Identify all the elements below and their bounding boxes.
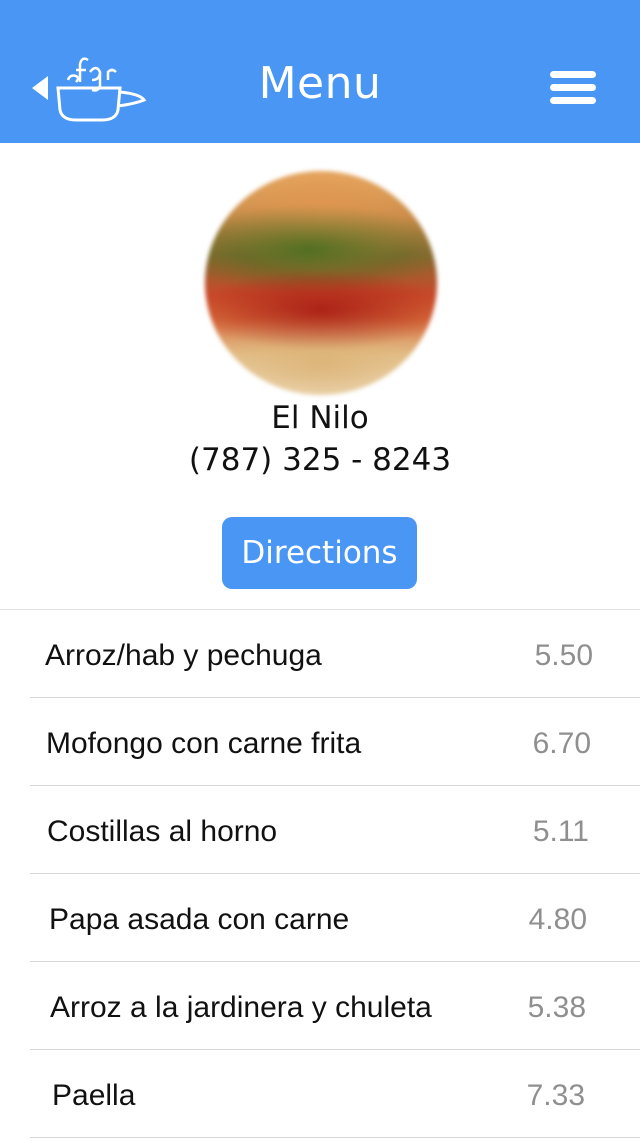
item-price: 5.11 [532, 815, 589, 848]
restaurant-phone[interactable]: (787) 325 - 8243 [0, 442, 640, 478]
menu-list: Arroz/hab y pechuga 5.50 Mofongo con car… [0, 609, 640, 1138]
item-price: 5.38 [527, 991, 586, 1024]
item-name: Mofongo con carne frita [46, 727, 362, 760]
item-price: 4.80 [528, 903, 587, 936]
list-item[interactable]: Papa asada con carne 4.80 [0, 874, 640, 962]
item-price: 7.33 [526, 1079, 585, 1112]
page-title: Menu [258, 58, 382, 109]
restaurant-name: El Nilo [271, 400, 369, 436]
item-name: Papa asada con carne [49, 903, 350, 936]
list-item[interactable]: Arroz a la jardinera y chuleta 5.38 [0, 962, 640, 1050]
item-name: Arroz a la jardinera y chuleta [50, 991, 432, 1024]
list-item[interactable]: Arroz/hab y pechuga 5.50 [0, 610, 640, 698]
item-price: 6.70 [532, 727, 591, 760]
hamburger-icon[interactable] [550, 71, 596, 105]
directions-button[interactable]: Directions [222, 517, 417, 589]
top-navigation-bar: Menu [0, 0, 640, 143]
item-name: Costillas al horno [47, 815, 278, 848]
item-price: 5.50 [534, 639, 593, 672]
restaurant-photo [205, 171, 437, 395]
list-item[interactable]: Costillas al horno 5.11 [0, 786, 640, 874]
item-name: Arroz/hab y pechuga [45, 639, 322, 672]
item-name: Paella [52, 1079, 136, 1112]
list-item[interactable]: Mofongo con carne frita 6.70 [0, 698, 640, 786]
list-item[interactable]: Paella 7.33 [0, 1050, 640, 1138]
